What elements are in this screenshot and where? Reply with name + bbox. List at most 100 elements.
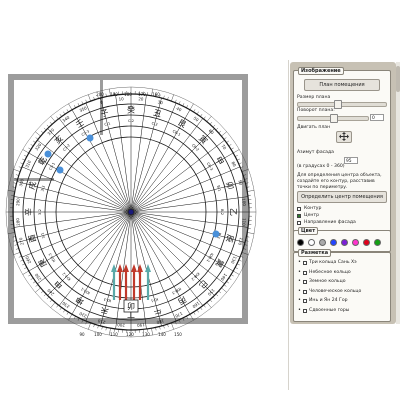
panel-scrollbar[interactable] — [396, 62, 400, 324]
degree-tick — [209, 121, 213, 125]
center-point[interactable] — [128, 209, 134, 215]
plan-rotation-slider[interactable] — [297, 114, 369, 123]
sector-code-label: Ю-3 — [103, 297, 111, 303]
color-swatch-3[interactable] — [330, 239, 337, 246]
degree-label: 30 — [157, 99, 164, 105]
sector-code-label: С-1 — [104, 121, 111, 126]
degree-tick — [171, 94, 174, 102]
marking-checkbox-2[interactable] — [303, 280, 307, 284]
center-checkbox[interactable] — [297, 214, 301, 218]
arrow-head-icon — [131, 264, 137, 272]
marking-checkbox-1[interactable] — [303, 270, 307, 275]
marker-dot[interactable] — [86, 134, 94, 142]
degree-tick — [151, 328, 153, 336]
degree-tick — [193, 311, 196, 315]
sector-code-label: ЮЗ-3 — [48, 252, 56, 262]
sector-code-label: СВ-3 — [206, 162, 214, 171]
marker-dot[interactable] — [56, 166, 64, 174]
degree-tick — [30, 277, 34, 280]
degree-tick — [28, 147, 32, 150]
color-swatch-5[interactable] — [352, 239, 359, 246]
determine-center-button[interactable]: Определить центр помещения — [297, 191, 387, 203]
marking-checkbox-4[interactable] — [303, 299, 307, 303]
panel-scrollbar-thumb[interactable] — [396, 66, 400, 92]
sector-code-label: ЮВ-3 — [171, 287, 182, 295]
plan-rotation-label: Поворот плана: — [297, 108, 335, 113]
mountain-label: 壬 — [74, 117, 86, 130]
mountain-label: 丙 — [176, 294, 187, 306]
sector-line — [85, 102, 132, 213]
compass-canvas[interactable]: 330340350010 2030405060708090100110120130… — [0, 0, 283, 400]
degree-tick — [218, 130, 222, 134]
sector-line — [21, 211, 132, 258]
mountain-label: 未 — [99, 305, 109, 317]
degree-tick — [88, 94, 91, 102]
bullet: • — [298, 268, 301, 275]
mountain-label: 酉 — [27, 233, 38, 243]
image-section: Изображение План помещения Размер плана … — [293, 67, 391, 244]
mountain-label: 丑 — [152, 108, 162, 119]
degree-tick — [230, 147, 234, 150]
color-swatch-2[interactable] — [319, 239, 326, 246]
degree-tick — [20, 259, 24, 262]
marking-checkbox-5[interactable] — [303, 308, 307, 313]
degree-tick — [81, 101, 84, 105]
degree-tick — [56, 116, 59, 120]
degree-tick — [247, 232, 255, 234]
color-swatch-0[interactable] — [297, 239, 304, 246]
plan-rotation-input[interactable]: 0 — [370, 114, 384, 121]
sector-code-label: СВ-1 — [172, 129, 181, 137]
degrees-hint: (в градусах 0 - 360) — [297, 164, 345, 169]
degree-tick — [212, 296, 216, 300]
bottom-degree-label: 140 — [158, 332, 166, 337]
degree-tick — [203, 304, 206, 308]
degree-tick — [56, 304, 59, 308]
marking-label-3: Человеческое кольцо — [309, 288, 362, 294]
color-swatch-4[interactable] — [341, 239, 348, 246]
degree-tick — [235, 267, 238, 269]
facade-direction-checkbox[interactable] — [297, 221, 301, 225]
plan-rotation-slider-thumb[interactable] — [330, 114, 338, 123]
sector-code-label: Ю-1 — [150, 297, 158, 303]
feng-shui-compass[interactable]: 330340350010 2030405060708090100110120130… — [5, 86, 257, 338]
image-section-title: Изображение — [298, 67, 344, 75]
plan-size-label: Размер плана — [297, 95, 331, 100]
degree-tick — [203, 116, 206, 120]
degree-tick — [59, 113, 62, 117]
marking-label-2: Земное кольцо — [309, 279, 346, 284]
contour-label: Контур — [304, 206, 322, 211]
markings-section: Разметка • Три кольца Сань Хэ • Небесное ко… — [293, 249, 391, 322]
bullet: • — [298, 287, 301, 294]
degree-tick — [22, 263, 26, 266]
degree-tick — [13, 169, 21, 172]
marking-label-5: Сдвоенные горы — [309, 307, 350, 313]
marker-dot[interactable] — [212, 230, 220, 238]
settings-panel: Изображение План помещения Размер плана … — [290, 62, 396, 324]
degree-tick — [43, 293, 47, 297]
plan-size-slider[interactable] — [297, 100, 387, 109]
degree-tick — [223, 284, 227, 287]
marking-checkbox-3[interactable] — [303, 289, 307, 294]
color-swatch-6[interactable] — [363, 239, 370, 246]
color-swatch-1[interactable] — [308, 239, 315, 246]
sector-code-label: ЮВ-1 — [206, 252, 214, 263]
floor-plan-button[interactable]: План помещения — [304, 79, 380, 91]
move-arrows-icon — [339, 132, 349, 141]
bottom-degree-label: 150 — [174, 332, 182, 337]
mountain-label: 甲 — [213, 155, 225, 166]
bullet: • — [298, 306, 301, 313]
color-swatch-7[interactable] — [374, 239, 381, 246]
degree-tick — [206, 116, 212, 122]
marker-dot[interactable] — [44, 150, 52, 158]
degree-label: 20 — [138, 96, 144, 101]
degree-tick — [22, 270, 29, 275]
move-plan-button[interactable] — [336, 131, 352, 143]
facade-azimuth-input[interactable]: 95 — [344, 157, 358, 164]
sector-line — [130, 102, 177, 213]
mountain-label: 巽 — [213, 257, 225, 268]
plan-size-slider-thumb[interactable] — [334, 100, 342, 109]
degree-tick — [226, 281, 230, 284]
degree-tick — [226, 140, 230, 143]
contour-checkbox[interactable] — [297, 207, 301, 211]
marking-checkbox-0[interactable] — [303, 261, 307, 265]
